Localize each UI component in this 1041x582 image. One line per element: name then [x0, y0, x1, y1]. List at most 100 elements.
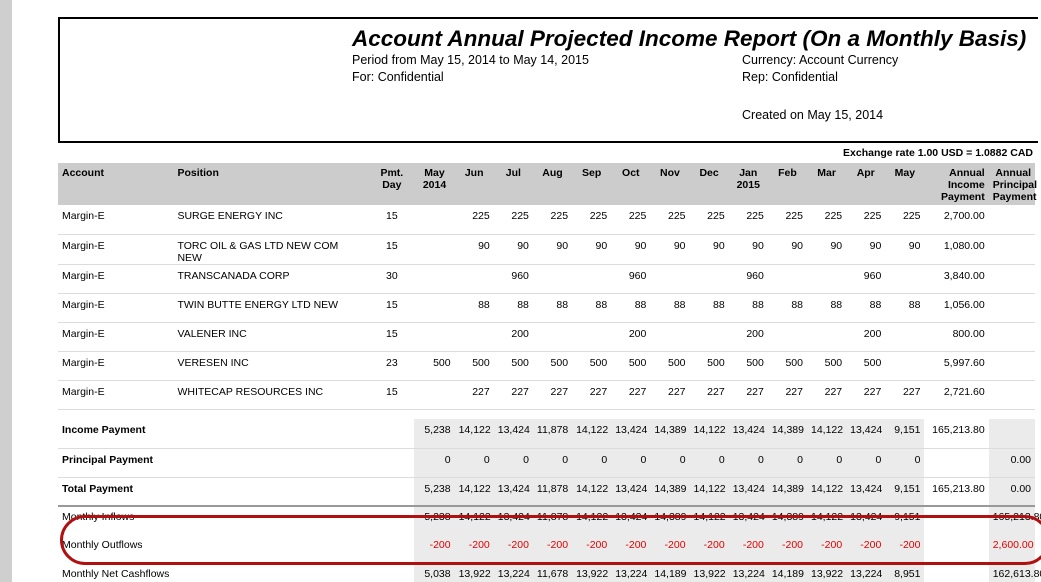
cell-month-value: [572, 264, 612, 294]
cell-month-value: [885, 264, 925, 294]
cell-month-value: 227: [493, 380, 533, 410]
report-page: Account Annual Projected Income Report (…: [12, 0, 1041, 582]
cell-month-value: [414, 322, 455, 352]
cell-annual-income: 1,056.00: [924, 293, 989, 323]
summary-annual-income: [924, 564, 988, 582]
summary-month-value: 14,122: [807, 477, 847, 507]
cell-month-value: 225: [689, 205, 729, 235]
summary-month-value: 13,922: [572, 564, 612, 582]
exchange-rate: Exchange rate 1.00 USD = 1.0882 CAD: [843, 147, 1033, 159]
summary-annual-principal: 0.00: [988, 477, 1035, 507]
cell-month-value: 227: [728, 380, 768, 410]
cell-month-value: [689, 264, 729, 294]
summary-month-value: 13,224: [846, 564, 886, 582]
cell-annual-income: 800.00: [924, 322, 989, 352]
summary-month-value: 14,389: [650, 477, 690, 507]
cell-pmt-day: 15: [369, 205, 415, 235]
cell-month-value: [885, 351, 925, 381]
summary-month-value: 5,038: [414, 564, 455, 582]
cell-month-value: 227: [454, 380, 494, 410]
cell-account: Margin-E: [58, 351, 174, 381]
cell-annual-principal: [988, 234, 1035, 265]
summary-month-value: 13,424: [493, 477, 533, 507]
summary-month-value: 14,122: [454, 419, 494, 449]
header-month-line: 2014: [422, 179, 447, 191]
summary-month-value: 0: [572, 448, 612, 478]
cell-month-value: 200: [493, 322, 533, 352]
cell-month-value: 500: [689, 351, 729, 381]
header-account-line: Account: [62, 167, 104, 179]
cell-month-value: 500: [414, 351, 455, 381]
cell-month-value: 227: [611, 380, 651, 410]
cell-annual-principal: [988, 351, 1035, 381]
summary-month-value: 0: [611, 448, 651, 478]
summary-month-value: 13,424: [846, 419, 886, 449]
header-pmt-day: Pmt. Day: [369, 163, 415, 205]
summary-month-value: 11,878: [532, 477, 573, 507]
summary-month-value: 13,224: [728, 564, 768, 582]
cell-pmt-day: 15: [369, 234, 415, 265]
header-month-line: May: [894, 167, 916, 179]
header-month: Aug: [532, 163, 573, 205]
header-month: May 2014: [414, 163, 455, 205]
cell-position: TWIN BUTTE ENERGY LTD NEW: [173, 293, 370, 323]
cell-account: Margin-E: [58, 234, 174, 265]
summary-month-value: 0: [493, 448, 533, 478]
header-month: Dec: [689, 163, 729, 205]
cell-month-value: 225: [493, 205, 533, 235]
header-month: Nov: [650, 163, 690, 205]
cell-annual-income: 2,721.60: [924, 380, 989, 410]
summary-label: Income Payment: [58, 419, 415, 449]
table-header-row: Account Position Pmt. Day May 2014 Jun Jul Aug Se…: [58, 163, 1037, 205]
summary-month-value: 14,189: [767, 564, 807, 582]
summary-month-value: 14,122: [807, 419, 847, 449]
header-month-line: Dec: [699, 167, 719, 179]
cell-position: WHITECAP RESOURCES INC: [173, 380, 370, 410]
cell-month-value: 500: [807, 351, 847, 381]
cell-month-value: 200: [728, 322, 768, 352]
cell-month-value: 88: [846, 293, 886, 323]
cell-month-value: 500: [454, 351, 494, 381]
position-row: Margin-E TRANSCANADA CORP 30 960 960 960 960 3,…: [58, 264, 1035, 294]
header-annual-principal: Annual Principal Payment: [988, 163, 1037, 205]
cell-month-value: 90: [846, 234, 886, 265]
cell-month-value: [807, 264, 847, 294]
cell-month-value: 225: [454, 205, 494, 235]
header-account: Account: [58, 163, 174, 205]
cell-month-value: 960: [846, 264, 886, 294]
header-pmt-day-line: Pmt.: [380, 167, 404, 179]
cell-annual-principal: [988, 205, 1035, 235]
header-position: Position: [173, 163, 370, 205]
cell-account: Margin-E: [58, 293, 174, 323]
total-row: Principal Payment 0 0 0 0 0 0 0 0 0 0 0 0 0 0.00: [58, 448, 1035, 478]
header-month-line: Jul: [505, 167, 521, 179]
cell-month-value: 227: [885, 380, 925, 410]
cell-month-value: 227: [689, 380, 729, 410]
cell-pmt-day: 23: [369, 351, 415, 381]
position-row: Margin-E TWIN BUTTE ENERGY LTD NEW 15 88 88 8…: [58, 293, 1035, 323]
position-row: Margin-E TORC OIL & GAS LTD NEW COM NEW 15…: [58, 234, 1035, 265]
summary-month-value: 13,424: [846, 477, 886, 507]
cell-position: VERESEN INC: [173, 351, 370, 381]
cell-pmt-day: 30: [369, 264, 415, 294]
cell-annual-income: 5,997.60: [924, 351, 989, 381]
cell-month-value: 88: [728, 293, 768, 323]
spacer-row: [58, 409, 1035, 419]
cell-month-value: [532, 322, 573, 352]
cell-month-value: [650, 322, 690, 352]
cell-month-value: 88: [689, 293, 729, 323]
summary-month-value: 0: [885, 448, 925, 478]
cell-annual-income: 1,080.00: [924, 234, 989, 265]
report-period: Period from May 15, 2014 to May 14, 2015: [352, 53, 589, 67]
cell-account: Margin-E: [58, 205, 174, 235]
cell-month-value: 225: [532, 205, 573, 235]
cell-month-value: 90: [650, 234, 690, 265]
cell-month-value: 500: [532, 351, 573, 381]
position-row: Margin-E VERESEN INC 23 500 500 500 500 500 500 5…: [58, 351, 1035, 381]
cell-account: Margin-E: [58, 322, 174, 352]
header-month: Jan 2015: [728, 163, 768, 205]
header-month-line: Nov: [660, 167, 680, 179]
cell-month-value: [414, 234, 455, 265]
cell-month-value: 88: [572, 293, 612, 323]
summary-annual-principal: 0.00: [988, 448, 1035, 478]
